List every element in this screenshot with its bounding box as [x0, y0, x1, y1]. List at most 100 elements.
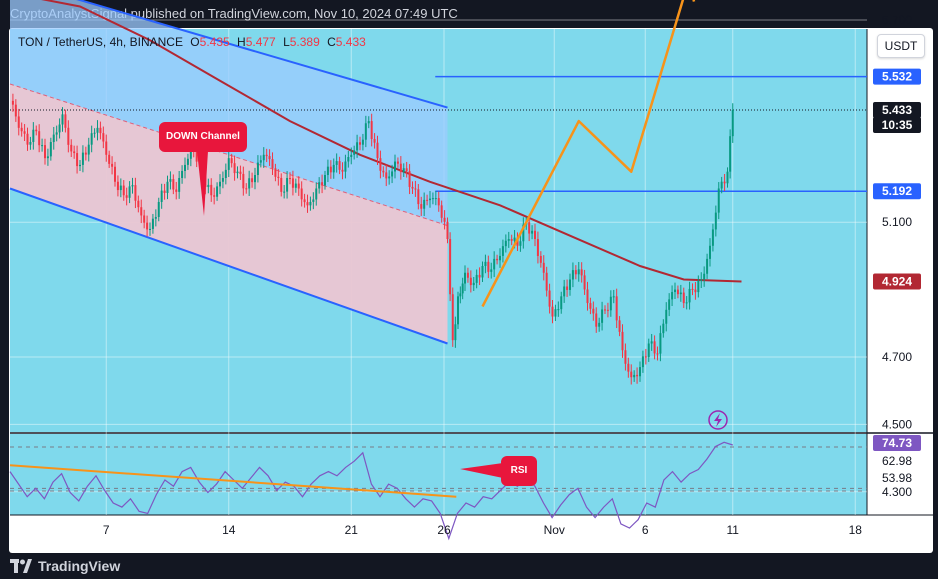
- candle-body: [96, 127, 99, 133]
- candle-body: [332, 164, 335, 173]
- candle-body: [17, 116, 20, 128]
- candle-body: [399, 163, 402, 173]
- candle-body: [454, 324, 457, 341]
- candle-body: [665, 309, 668, 324]
- candle-body: [46, 156, 49, 159]
- candle-body: [566, 286, 569, 290]
- candle-body: [700, 279, 703, 281]
- candle-body: [618, 320, 621, 332]
- candle-body: [674, 289, 676, 293]
- candle-body: [259, 160, 262, 163]
- chart-canvas[interactable]: 6.5006.1005.7005.1004.7004.5004.3005.825…: [0, 0, 938, 579]
- candle-body: [297, 183, 300, 189]
- candle-body: [475, 274, 478, 283]
- candle-body: [531, 230, 534, 234]
- candle-body: [595, 313, 598, 327]
- candle-body: [44, 145, 46, 159]
- price-badge-4.924: 4.924: [873, 273, 921, 290]
- candle-body: [609, 296, 612, 311]
- candle-body: [431, 198, 434, 200]
- rsi-badge-text: 62.98: [882, 454, 912, 468]
- candle-body: [251, 178, 254, 183]
- candle-body: [286, 178, 289, 192]
- candle-body: [598, 322, 601, 327]
- candle-body: [647, 343, 650, 358]
- candle-body: [560, 296, 563, 310]
- candle-body: [242, 173, 245, 189]
- candle-body: [262, 154, 265, 161]
- candle-body: [370, 121, 373, 140]
- candle-body: [536, 239, 539, 256]
- candle-body: [283, 191, 286, 193]
- time-tick-label: 21: [345, 523, 359, 537]
- candle-body: [493, 258, 496, 270]
- candle-body: [81, 152, 84, 165]
- candle-body: [709, 245, 711, 259]
- candle-body: [513, 237, 516, 241]
- candle-body: [391, 171, 394, 177]
- candle-body: [99, 127, 102, 134]
- candle-body: [548, 290, 551, 307]
- candle-body: [207, 184, 210, 188]
- candle-body: [569, 279, 571, 290]
- candle-body: [359, 142, 361, 145]
- candle-body: [466, 272, 469, 278]
- candle-body: [644, 356, 647, 358]
- candle-body: [469, 277, 472, 286]
- candle-body: [175, 189, 178, 192]
- candle-body: [146, 222, 149, 230]
- candle-body: [376, 142, 379, 159]
- candle-body: [484, 261, 487, 267]
- candle-body: [350, 154, 353, 158]
- candle-body: [248, 178, 251, 189]
- candle-body: [539, 255, 542, 263]
- candle-body: [586, 289, 589, 304]
- candle-body: [612, 296, 615, 298]
- candle-body: [181, 170, 184, 178]
- candle-body: [87, 144, 90, 155]
- currency-button[interactable]: USDT: [877, 34, 925, 58]
- candle-body: [35, 129, 38, 132]
- brand-name: TradingView: [38, 558, 121, 574]
- price-badge-5.532: 5.532: [873, 68, 921, 85]
- time-tick-label: 6: [642, 523, 649, 537]
- candle-body: [639, 367, 641, 377]
- price-tick-label: 4.500: [882, 417, 912, 431]
- candle-body: [137, 200, 140, 208]
- rsi-badge-53.98: 53.98: [882, 471, 912, 485]
- candle-body: [163, 190, 166, 193]
- candle-body: [367, 121, 370, 124]
- candle-body: [256, 162, 259, 176]
- candle-body: [20, 127, 23, 132]
- candle-body: [464, 272, 466, 284]
- candle-body: [557, 309, 560, 311]
- price-badge-text: 5.433: [882, 103, 912, 117]
- tradingview-logo-icon: [10, 559, 32, 573]
- candle-body: [116, 181, 119, 191]
- candle-body: [429, 198, 431, 201]
- price-badge-text: 4.924: [882, 275, 912, 289]
- candle-body: [184, 164, 186, 171]
- tradingview-logo[interactable]: TradingView: [10, 558, 120, 574]
- candle-body: [289, 178, 291, 180]
- candle-body: [461, 283, 464, 294]
- candle-body: [58, 124, 61, 133]
- candle-body: [105, 141, 108, 155]
- candle-body: [408, 171, 411, 187]
- candle-body: [318, 182, 321, 189]
- candle-body: [134, 185, 137, 201]
- candle-body: [157, 201, 160, 218]
- candle-body: [720, 181, 723, 189]
- candle-body: [315, 188, 318, 200]
- candle-body: [300, 188, 303, 200]
- candle-body: [574, 270, 577, 275]
- candle-body: [688, 288, 691, 303]
- legend-open-value: 5.435: [199, 35, 230, 49]
- candle-body: [496, 258, 499, 261]
- candle-body: [312, 199, 315, 202]
- candle-body: [324, 175, 326, 186]
- candle-body: [341, 169, 344, 172]
- candle-body: [519, 241, 522, 246]
- candle-body: [344, 161, 347, 172]
- price-badge-5.192: 5.192: [873, 183, 921, 200]
